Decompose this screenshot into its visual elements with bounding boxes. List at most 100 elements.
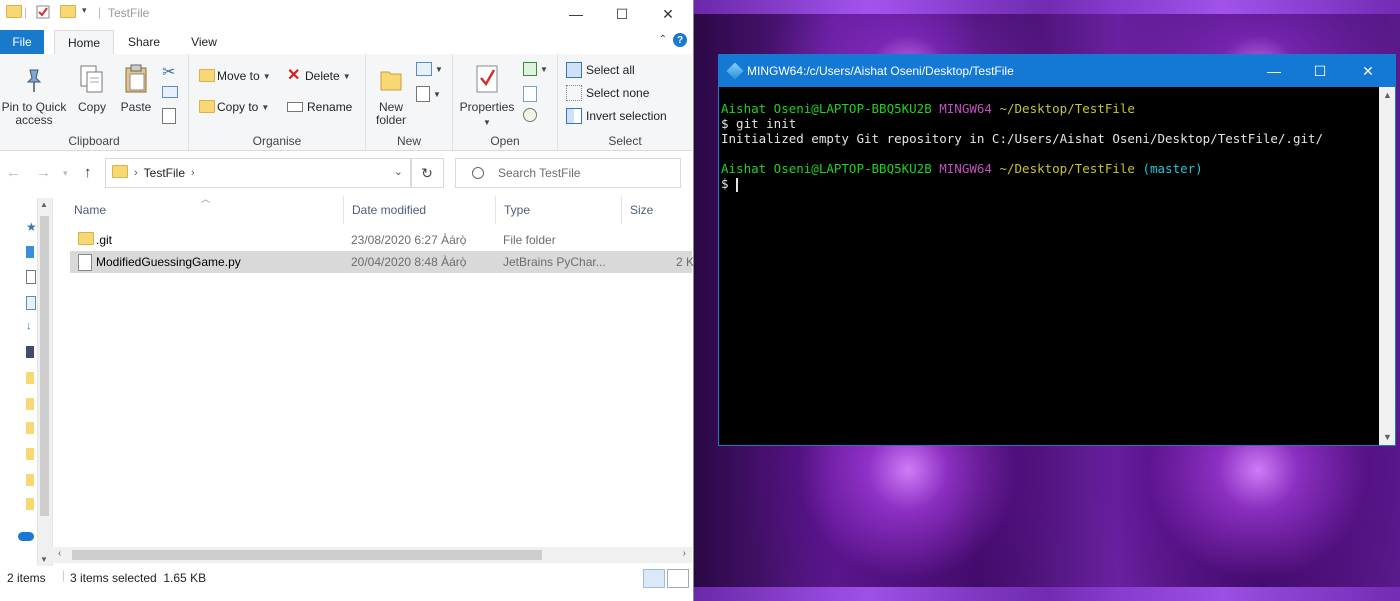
- new-folder-label: New folder: [375, 100, 407, 127]
- tab-file[interactable]: File: [0, 30, 44, 54]
- new-folder-button[interactable]: New folder: [370, 64, 412, 127]
- videos-icon[interactable]: [26, 346, 34, 358]
- prompt-env: MINGW64: [939, 161, 992, 176]
- pin-to-quick-access-button[interactable]: Pin to Quick access: [0, 66, 68, 127]
- move-to-button[interactable]: Move to ▼: [199, 69, 271, 83]
- up-arrow-icon[interactable]: ↑: [84, 164, 92, 181]
- column-header-name[interactable]: Name: [66, 196, 344, 224]
- address-bar[interactable]: › TestFile › ⌄: [105, 158, 412, 188]
- file-row[interactable]: .git 23/08/2020 6:27 Àárọ̀ File folder: [70, 229, 692, 251]
- column-header-size[interactable]: Size: [622, 196, 692, 224]
- properties-icon: [455, 64, 519, 97]
- scroll-left-arrow-icon[interactable]: ‹: [58, 548, 61, 559]
- folder-icon[interactable]: [26, 398, 34, 410]
- rename-button[interactable]: Rename: [287, 100, 352, 114]
- paste-button[interactable]: Paste: [116, 64, 156, 114]
- invert-selection-button[interactable]: Invert selection: [566, 108, 667, 124]
- rename-icon: [287, 102, 303, 112]
- onedrive-cloud-icon[interactable]: [18, 532, 34, 541]
- address-dropdown-icon[interactable]: ⌄: [394, 165, 403, 178]
- select-all-button[interactable]: Select all: [566, 62, 635, 78]
- copy-to-button[interactable]: Copy to ▼: [199, 100, 269, 114]
- search-icon: [472, 167, 484, 179]
- easy-access-button[interactable]: ▼: [416, 86, 441, 102]
- new-item-icon: [416, 62, 432, 76]
- properties-quick-icon[interactable]: [36, 5, 50, 19]
- select-group-label: Select: [608, 134, 642, 148]
- copy-path-button[interactable]: [162, 86, 178, 98]
- back-arrow-icon[interactable]: ←: [6, 164, 21, 181]
- quick-access-star-icon[interactable]: ★: [26, 220, 37, 234]
- terminal-minimize-button[interactable]: —: [1251, 55, 1297, 87]
- large-icons-view-icon[interactable]: [667, 569, 689, 588]
- column-header-date-modified[interactable]: Date modified: [344, 196, 496, 224]
- scroll-up-arrow-icon[interactable]: ▲: [1383, 90, 1392, 100]
- customize-quick-access-icon[interactable]: ▾: [82, 5, 87, 16]
- forward-arrow-icon[interactable]: →: [36, 164, 51, 181]
- nav-pane-scrollbar[interactable]: ▲ ▼: [37, 198, 53, 566]
- terminal-maximize-button[interactable]: ☐: [1297, 55, 1343, 87]
- file-row[interactable]: ModifiedGuessingGame.py 20/04/2020 8:48 …: [70, 251, 694, 273]
- prompt-line: Aishat Oseni@LAPTOP-BBQ5KU2B MINGW64 ~/D…: [721, 161, 1379, 176]
- tab-share[interactable]: Share: [120, 30, 168, 53]
- terminal-title: MINGW64:/c/Users/Aishat Oseni/Desktop/Te…: [747, 64, 1014, 78]
- scrollbar-thumb[interactable]: [40, 216, 49, 516]
- scroll-up-arrow-icon[interactable]: ▲: [40, 200, 48, 209]
- delete-button[interactable]: ✕ Delete ▼: [287, 68, 351, 84]
- history-button[interactable]: [523, 108, 537, 122]
- close-button[interactable]: ✕: [645, 0, 691, 28]
- copy-button[interactable]: Copy: [72, 64, 112, 114]
- pin-label: Pin to Quick access: [1, 100, 67, 127]
- edit-button[interactable]: [523, 86, 537, 102]
- column-header-type[interactable]: Type: [496, 196, 622, 224]
- delete-label: Delete: [305, 69, 340, 83]
- text-cursor: [736, 177, 739, 192]
- paste-shortcut-button[interactable]: [162, 108, 176, 124]
- terminal-output[interactable]: Aishat Oseni@LAPTOP-BBQ5KU2B MINGW64 ~/D…: [719, 87, 1379, 445]
- scroll-right-arrow-icon[interactable]: ›: [683, 548, 686, 559]
- properties-button[interactable]: Properties ▼: [455, 64, 519, 129]
- select-none-icon: [566, 85, 582, 101]
- details-view-icon[interactable]: [643, 569, 665, 588]
- breadcrumb-testfile[interactable]: TestFile: [144, 166, 185, 180]
- desktop-icon[interactable]: [26, 246, 34, 258]
- open-button[interactable]: ▼: [523, 62, 548, 76]
- new-folder-quick-icon[interactable]: [60, 5, 76, 18]
- downloads-icon[interactable]: ↓: [26, 320, 34, 332]
- paste-shortcut-icon: [162, 108, 176, 124]
- folder-icon[interactable]: [26, 372, 34, 384]
- collapse-ribbon-icon[interactable]: ⌃: [659, 34, 667, 45]
- help-icon[interactable]: ?: [673, 33, 687, 47]
- folder-icon[interactable]: [26, 422, 34, 434]
- folder-icon[interactable]: [26, 498, 34, 510]
- scrollbar-thumb[interactable]: [72, 550, 542, 560]
- tab-view[interactable]: View: [180, 30, 228, 53]
- tab-home[interactable]: Home: [54, 30, 114, 55]
- new-item-button[interactable]: ▼: [416, 62, 443, 76]
- pictures-icon[interactable]: [26, 296, 36, 310]
- search-box[interactable]: Search TestFile: [455, 158, 681, 188]
- maximize-button[interactable]: ☐: [599, 0, 645, 28]
- terminal-titlebar: MINGW64:/c/Users/Aishat Oseni/Desktop/Te…: [719, 55, 1395, 87]
- documents-icon[interactable]: [26, 270, 36, 284]
- folder-icon[interactable]: [26, 448, 34, 460]
- command-line: $ git init: [721, 116, 797, 131]
- cut-button[interactable]: ✂: [162, 62, 175, 82]
- move-to-icon: [199, 69, 215, 83]
- refresh-icon[interactable]: ↻: [410, 158, 444, 188]
- file-list-horizontal-scrollbar[interactable]: ‹ ›: [52, 547, 692, 563]
- file-type: JetBrains PyChar...: [503, 255, 606, 269]
- folder-icon[interactable]: [26, 474, 34, 486]
- open-group: Properties ▼ ▼ Open: [453, 54, 558, 150]
- git-bash-terminal-window: MINGW64:/c/Users/Aishat Oseni/Desktop/Te…: [718, 54, 1396, 446]
- terminal-scrollbar[interactable]: ▲ ▼: [1379, 87, 1395, 445]
- scroll-down-arrow-icon[interactable]: ▼: [1383, 432, 1392, 442]
- select-none-button[interactable]: Select none: [566, 85, 649, 101]
- scroll-down-arrow-icon[interactable]: ▼: [40, 555, 48, 564]
- recent-locations-icon[interactable]: ▾: [63, 168, 68, 179]
- input-line[interactable]: $: [721, 176, 1379, 192]
- file-date: 20/04/2020 8:48 Àárọ̀: [351, 255, 467, 269]
- terminal-close-button[interactable]: ✕: [1345, 55, 1391, 87]
- minimize-button[interactable]: —: [553, 0, 599, 28]
